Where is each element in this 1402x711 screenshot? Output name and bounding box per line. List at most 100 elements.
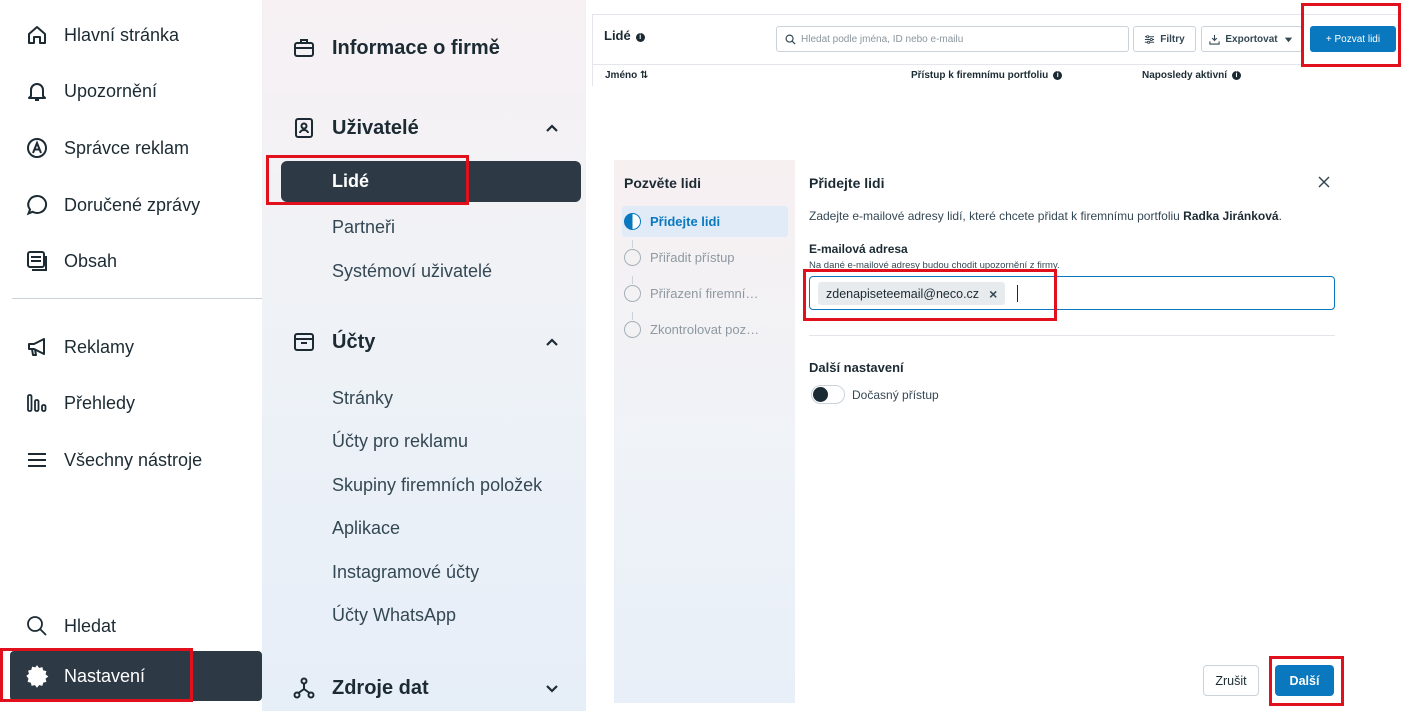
section-label: Informace o firmě bbox=[332, 36, 500, 59]
nav-item-label: Upozornění bbox=[64, 80, 158, 101]
user-badge-icon bbox=[292, 116, 316, 140]
next-button[interactable]: Další bbox=[1275, 665, 1334, 696]
nav-item-all-tools[interactable]: Všechny nástroje bbox=[10, 440, 262, 480]
email-chip-text: zdenapiseteemail@neco.cz bbox=[826, 286, 980, 301]
close-icon[interactable] bbox=[1316, 174, 1332, 190]
briefcase-icon bbox=[292, 36, 316, 60]
invite-steps-sidebar: Pozvěte lidi Přidejte lidi Přiřadit přís… bbox=[614, 160, 795, 703]
bell-icon bbox=[24, 78, 50, 104]
nav-item-insights[interactable]: Přehledy bbox=[10, 383, 262, 423]
add-people-dialog: Přidejte lidi Zadejte e-mailové adresy l… bbox=[795, 160, 1350, 703]
step-add-people[interactable]: Přidejte lidi bbox=[622, 206, 788, 237]
settings-item-whatsapp[interactable]: Účty WhatsApp bbox=[332, 605, 456, 626]
nav-item-inbox[interactable]: Doručené zprávy bbox=[10, 185, 262, 225]
nav-item-notifications[interactable]: Upozornění bbox=[10, 71, 262, 111]
step-label: Zkontrolovat poz… bbox=[650, 322, 760, 337]
column-last-active: Naposledy aktivní i bbox=[1142, 70, 1242, 81]
table-header-divider bbox=[593, 64, 1402, 65]
step-circle-icon bbox=[624, 285, 641, 302]
toggle-knob bbox=[813, 387, 828, 402]
email-label: E-mailová adresa bbox=[809, 242, 908, 256]
info-icon[interactable]: i bbox=[1053, 71, 1063, 80]
archive-icon bbox=[292, 330, 316, 354]
remove-chip-icon[interactable]: × bbox=[989, 286, 997, 302]
ads-manager-icon bbox=[24, 135, 50, 161]
step-label: Přiřadit přístup bbox=[650, 250, 735, 265]
nav-item-content[interactable]: Obsah bbox=[10, 241, 262, 281]
search-icon bbox=[785, 34, 796, 45]
column-last-active-label: Naposledy aktivní bbox=[1142, 70, 1228, 81]
section-label: Uživatelé bbox=[332, 116, 419, 139]
chevron-down-icon bbox=[546, 685, 558, 693]
settings-item-asset-groups[interactable]: Skupiny firemních položek bbox=[332, 475, 542, 496]
settings-item-instagram[interactable]: Instagramové účty bbox=[332, 562, 479, 583]
filter-icon bbox=[1145, 34, 1155, 44]
download-icon bbox=[1209, 34, 1221, 45]
step-review[interactable]: Zkontrolovat poz… bbox=[622, 314, 788, 345]
people-title: Lidé i bbox=[604, 28, 645, 43]
dialog-description: Zadejte e-mailové adresy lidí, které chc… bbox=[809, 209, 1282, 223]
nav-item-label: Reklamy bbox=[64, 336, 135, 357]
nav-item-label: Všechny nástroje bbox=[64, 449, 203, 470]
people-title-text: Lidé bbox=[604, 28, 631, 43]
filters-label: Filtry bbox=[1160, 33, 1185, 45]
content-icon bbox=[24, 248, 50, 274]
nav-item-label: Přehledy bbox=[64, 392, 136, 413]
temporary-access-toggle[interactable] bbox=[811, 385, 845, 404]
bar-chart-icon bbox=[24, 390, 50, 416]
step-label: Přidejte lidi bbox=[650, 214, 721, 229]
settings-company-info[interactable]: Informace o firmě bbox=[292, 28, 562, 68]
nav-item-home[interactable]: Hlavní stránka bbox=[10, 15, 262, 55]
settings-item-label: Lidé bbox=[332, 171, 370, 191]
cancel-button[interactable]: Zrušit bbox=[1203, 665, 1259, 696]
email-hint: Na dané e-mailové adresy budou chodit up… bbox=[809, 260, 1060, 271]
settings-item-people[interactable]: Lidé bbox=[281, 161, 581, 202]
export-button[interactable]: Exportovat bbox=[1201, 26, 1302, 52]
home-icon bbox=[24, 22, 50, 48]
export-label: Exportovat bbox=[1225, 33, 1278, 45]
data-sources-icon bbox=[292, 676, 316, 700]
gear-icon bbox=[24, 663, 50, 689]
step-progress-icon bbox=[624, 213, 641, 230]
menu-icon bbox=[24, 447, 50, 473]
nav-item-label: Nastavení bbox=[64, 665, 146, 686]
settings-item-partners[interactable]: Partneři bbox=[332, 217, 395, 238]
settings-navigation: Informace o firmě Uživatelé Lidé Partneř… bbox=[262, 0, 586, 711]
invite-people-button[interactable]: + Pozvat lidi bbox=[1310, 26, 1396, 52]
nav-item-search[interactable]: Hledat bbox=[10, 606, 262, 646]
info-icon[interactable]: i bbox=[1232, 71, 1242, 80]
settings-accounts-header[interactable]: Účty bbox=[292, 322, 562, 362]
megaphone-icon bbox=[24, 334, 50, 360]
settings-item-pages[interactable]: Stránky bbox=[332, 388, 393, 409]
nav-item-label: Správce reklam bbox=[64, 137, 190, 158]
nav-item-label: Obsah bbox=[64, 250, 118, 271]
section-label: Účty bbox=[332, 330, 376, 353]
column-name[interactable]: Jméno ⇅ bbox=[605, 70, 648, 81]
search-placeholder: Hledat podle jména, ID nebo e-mailu bbox=[801, 33, 964, 45]
nav-item-label: Hlavní stránka bbox=[64, 24, 180, 45]
nav-item-label: Doručené zprávy bbox=[64, 194, 201, 215]
description-period: . bbox=[1278, 209, 1282, 223]
chat-bubble-icon bbox=[24, 192, 50, 218]
nav-item-settings[interactable]: Nastavení bbox=[10, 651, 262, 701]
main-navigation: Hlavní stránka Upozornění Správce reklam… bbox=[0, 0, 262, 711]
people-search-input[interactable]: Hledat podle jména, ID nebo e-mailu bbox=[776, 26, 1129, 52]
nav-item-ads[interactable]: Reklamy bbox=[10, 327, 262, 367]
chevron-up-icon bbox=[546, 124, 558, 132]
search-icon bbox=[24, 613, 50, 639]
filters-button[interactable]: Filtry bbox=[1133, 26, 1196, 52]
dialog-title: Přidejte lidi bbox=[809, 175, 885, 191]
settings-data-sources-header[interactable]: Zdroje dat bbox=[292, 668, 562, 708]
email-input[interactable]: zdenapiseteemail@neco.cz × bbox=[809, 276, 1335, 310]
step-assign-business[interactable]: Přiřazení firemní… bbox=[622, 278, 788, 309]
info-icon[interactable]: i bbox=[635, 33, 645, 42]
settings-item-ad-accounts[interactable]: Účty pro reklamu bbox=[332, 431, 468, 452]
dialog-divider bbox=[809, 335, 1335, 336]
step-circle-icon bbox=[624, 321, 641, 338]
settings-item-system-users[interactable]: Systémoví uživatelé bbox=[332, 261, 492, 282]
nav-item-ads-manager[interactable]: Správce reklam bbox=[10, 128, 262, 168]
settings-users-header[interactable]: Uživatelé bbox=[292, 108, 562, 148]
column-portfolio-access: Přístup k firemnímu portfoliu i bbox=[911, 70, 1063, 81]
step-assign-access[interactable]: Přiřadit přístup bbox=[622, 242, 788, 273]
settings-item-apps[interactable]: Aplikace bbox=[332, 518, 400, 539]
